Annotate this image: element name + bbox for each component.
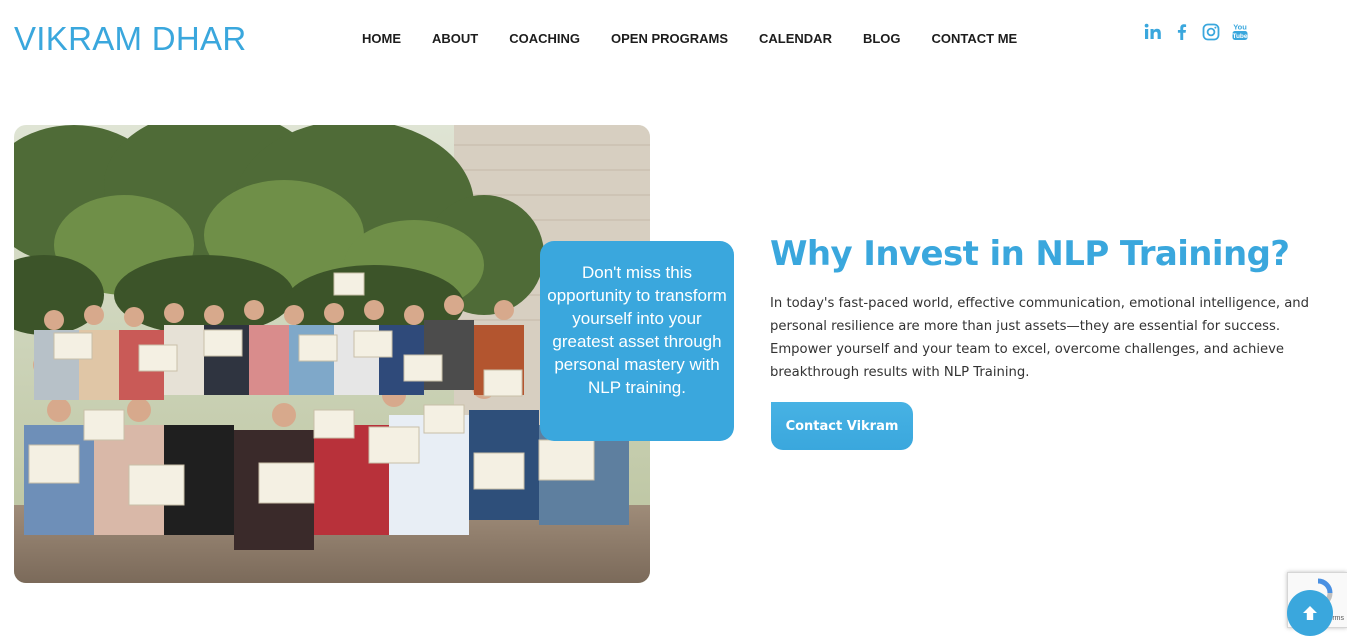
instagram-icon[interactable] <box>1201 22 1221 42</box>
arrow-up-icon <box>1303 606 1317 620</box>
youtube-wordmark-top: You <box>1233 23 1247 32</box>
section-paragraph: In today's fast-paced world, effective c… <box>770 296 1310 380</box>
contact-vikram-button[interactable]: Contact Vikram <box>771 402 913 450</box>
nav-coaching[interactable]: COACHING <box>509 31 580 46</box>
main-nav: HOME ABOUT COACHING OPEN PROGRAMS CALEND… <box>362 31 1017 46</box>
scroll-to-top-button[interactable] <box>1287 590 1333 636</box>
nav-blog[interactable]: BLOG <box>863 31 901 46</box>
nav-open-programs[interactable]: OPEN PROGRAMS <box>611 31 728 46</box>
section-heading: Why Invest in NLP Training? <box>770 234 1290 274</box>
youtube-icon[interactable]: You Tube <box>1230 22 1250 42</box>
linkedin-icon[interactable] <box>1143 22 1163 42</box>
nav-contact-me[interactable]: CONTACT ME <box>932 31 1018 46</box>
facebook-icon[interactable] <box>1172 22 1192 42</box>
nav-about[interactable]: ABOUT <box>432 31 478 46</box>
promo-callout: Don't miss this opportunity to transform… <box>540 241 734 441</box>
nav-calendar[interactable]: CALENDAR <box>759 31 832 46</box>
social-links: You Tube <box>1143 22 1250 42</box>
site-logo[interactable]: VIKRAM DHAR <box>14 20 247 58</box>
nav-home[interactable]: HOME <box>362 31 401 46</box>
youtube-wordmark-bottom: Tube <box>1232 33 1247 40</box>
